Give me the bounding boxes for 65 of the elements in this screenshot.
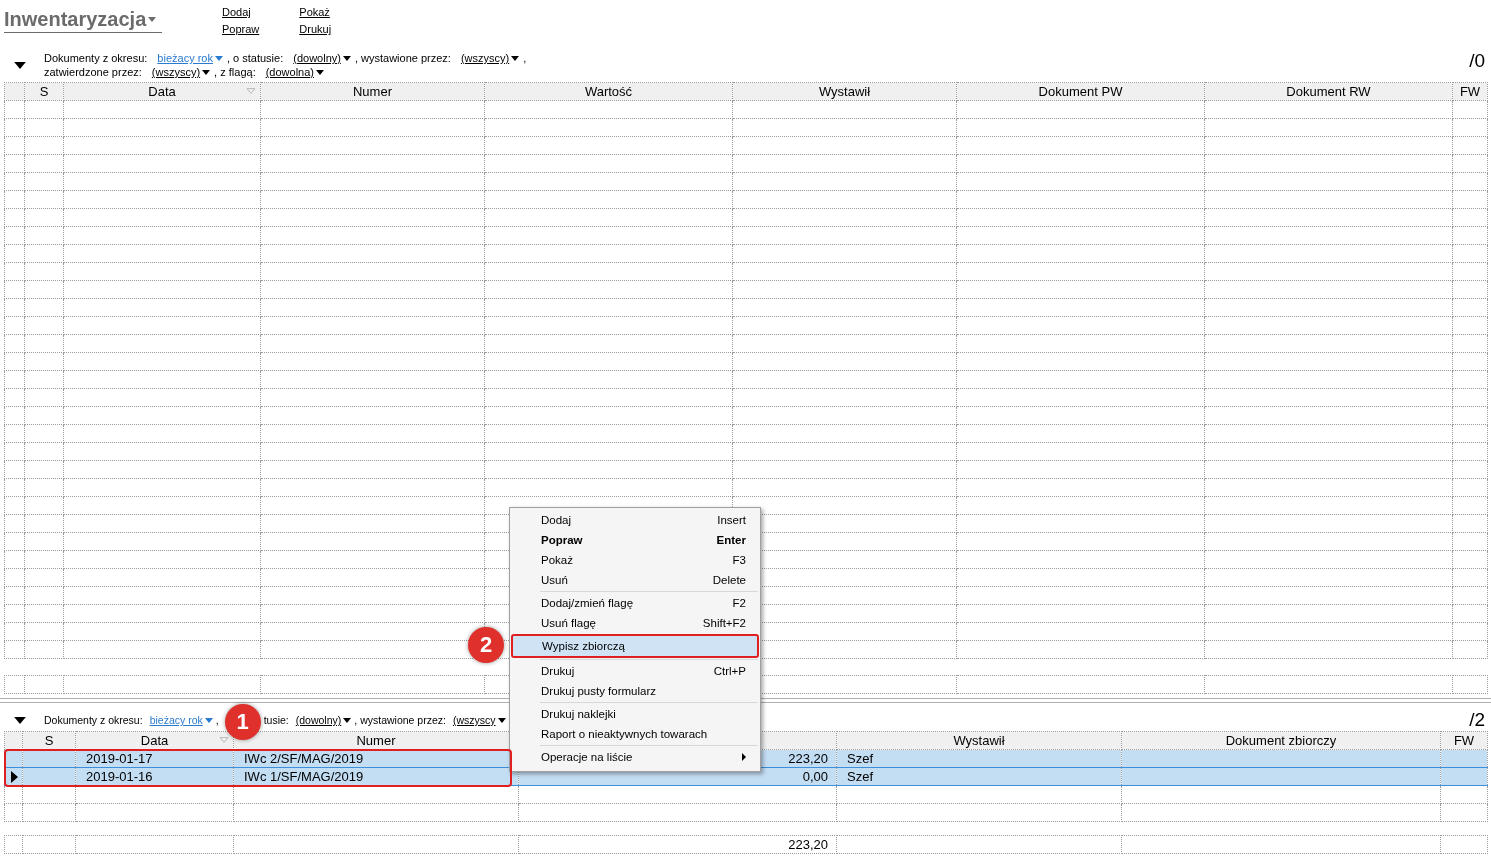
menu-item[interactable]: Usuń flagę Shift+F2 (512, 613, 758, 633)
caret-icon (497, 717, 506, 723)
filter-label: , wystawione przez: (354, 714, 446, 726)
total-cell: 223,20 (518, 835, 837, 854)
table-cell: Szef (836, 749, 1122, 768)
filter-dropdown[interactable]: (dowolna) (265, 66, 324, 78)
filter-label: , (215, 714, 219, 726)
filter-label: , wystawione przez: (354, 52, 451, 64)
filter-dropdown[interactable]: bieżacy rok (157, 52, 223, 64)
filter-label: , o statusie: (226, 52, 284, 64)
action-link[interactable]: Popraw (222, 21, 260, 37)
sort-icon (220, 737, 228, 743)
column-header[interactable]: Dokument RW (1204, 82, 1453, 101)
module-title-dropdown[interactable]: Inwentaryzacja (4, 8, 162, 33)
menu-item[interactable]: Pokaż F3 (512, 550, 758, 570)
sort-icon (247, 88, 255, 94)
caret-icon (511, 55, 520, 61)
column-header[interactable]: Data (75, 731, 234, 750)
record-count: /2 (1469, 709, 1485, 731)
caret-icon (343, 717, 352, 723)
menu-item[interactable]: Usuń Delete (512, 570, 758, 590)
filter-label: Dokumenty z okresu: (44, 52, 148, 64)
menu-item[interactable]: Dodaj Insert (512, 510, 758, 530)
caret-icon (316, 69, 324, 75)
caret-icon (204, 717, 213, 723)
filter-dropdown[interactable]: bieżacy rok (149, 714, 213, 726)
action-link[interactable]: Drukuj (299, 21, 332, 37)
step-badge: 2 (468, 627, 504, 663)
column-header[interactable]: S (24, 82, 64, 101)
column-header[interactable]: Wystawił (732, 82, 957, 101)
menu-item[interactable]: Wypisz zbiorczą (511, 634, 759, 658)
column-header[interactable]: Dokument zbiorczy (1121, 731, 1441, 750)
step-badge: 1 (224, 704, 261, 740)
filter-label: Dokumenty z okresu: (44, 714, 143, 726)
menu-item[interactable]: Drukuj pusty formularz (512, 681, 758, 701)
action-link[interactable]: Pokaż (299, 4, 332, 20)
column-header[interactable]: FW (1452, 82, 1488, 101)
filter-dropdown[interactable]: (wszyscy (452, 714, 506, 726)
column-header[interactable]: Wartość (484, 82, 733, 101)
filter-label: , (523, 52, 527, 64)
filter-dropdown[interactable]: (dowolny) (293, 52, 351, 64)
filter-dropdown[interactable]: (wszyscy) (460, 52, 520, 64)
filter-label: , z flagą: (214, 66, 256, 78)
column-header[interactable]: S (22, 731, 76, 750)
menu-item[interactable]: Drukuj Ctrl+P (512, 661, 758, 681)
column-header[interactable]: Data (63, 82, 261, 101)
column-header[interactable]: Numer (260, 82, 485, 101)
submenu-arrow-icon (742, 753, 746, 761)
caret-icon (148, 17, 157, 22)
filter-label: zatwierdzone przez: (44, 66, 142, 78)
record-count: /0 (1469, 50, 1485, 72)
action-link[interactable]: Dodaj (222, 4, 260, 20)
collapse-caret-icon[interactable] (14, 716, 26, 724)
column-header[interactable]: Dokument PW (956, 82, 1205, 101)
column-header[interactable]: Wystawił (836, 731, 1122, 750)
column-header[interactable]: FW (1440, 731, 1488, 750)
filter-label: tusie: (263, 714, 289, 726)
table-cell: Szef (836, 767, 1122, 786)
caret-icon (342, 55, 351, 61)
menu-item[interactable]: Popraw Enter (512, 530, 758, 550)
filter-dropdown[interactable]: (wszyscy) (151, 66, 211, 78)
collapse-caret-icon[interactable] (14, 61, 26, 69)
menu-item[interactable]: Drukuj naklejki (512, 704, 758, 724)
menu-item[interactable]: Dodaj/zmień flagę F2 (512, 593, 758, 613)
filter-dropdown[interactable]: (dowolny) (295, 714, 352, 726)
